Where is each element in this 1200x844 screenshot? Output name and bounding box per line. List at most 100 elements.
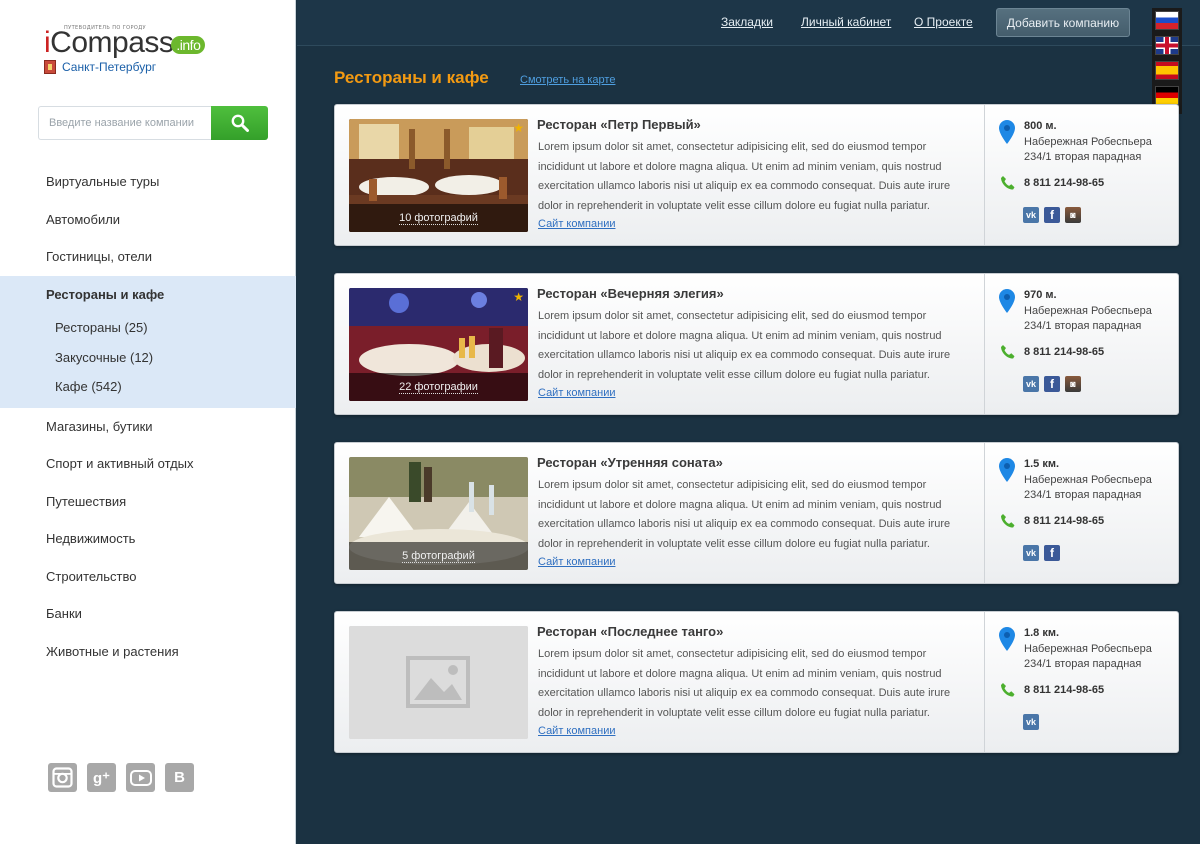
company-site-link[interactable]: Сайт компании	[538, 387, 615, 399]
location-pin-icon	[999, 458, 1015, 482]
listing-photo-placeholder	[349, 626, 528, 739]
city-link[interactable]: Санкт-Петербург	[62, 60, 156, 74]
listing-distance: 800 м.	[1024, 120, 1057, 132]
flag-ru-icon[interactable]	[1155, 11, 1179, 30]
nav-item-animals-plants[interactable]: Животные и растения	[0, 633, 296, 671]
sidebar: ПУТЕВОДИТЕЛЬ ПО ГОРОДУ iCompass .info Сан…	[0, 0, 296, 844]
nav-item-real-estate[interactable]: Недвижимость	[0, 520, 296, 558]
listing-phone[interactable]: 8 811 214-98-65	[1024, 346, 1104, 358]
instagram-icon[interactable]: ◙	[1065, 376, 1081, 392]
logo-wordmark: iCompass .info	[44, 28, 206, 58]
location-pin-icon	[999, 289, 1015, 313]
listing-distance: 1.8 км.	[1024, 627, 1060, 639]
nav-subitem-snack-bars[interactable]: Закусочные (12)	[0, 343, 296, 373]
flag-es-icon[interactable]	[1155, 61, 1179, 80]
location-pin-icon	[999, 120, 1015, 144]
youtube-icon[interactable]	[126, 763, 155, 792]
phone-icon	[1001, 514, 1015, 528]
search-bar	[38, 106, 268, 140]
listing-description: Lorem ipsum dolor sit amet, consectetur …	[538, 141, 951, 212]
flag-uk-icon[interactable]	[1155, 36, 1179, 55]
featured-star-icon: ★	[513, 290, 524, 304]
nav-subitem-cafes[interactable]: Кафе (542)	[0, 372, 296, 402]
listing-description: Lorem ipsum dolor sit amet, consectetur …	[538, 648, 951, 719]
account-link[interactable]: Личный кабинет	[801, 15, 891, 29]
listing-photo[interactable]: ★ 10 фотографий	[349, 119, 528, 232]
nav-group-restaurants: Рестораны и кафе Рестораны (25) Закусочн…	[0, 275, 296, 408]
instagram-icon[interactable]	[48, 763, 77, 792]
photo-count[interactable]: 5 фотографий	[349, 542, 528, 570]
listing-title[interactable]: Ресторан «Последнее танго»	[537, 624, 723, 639]
city-selector[interactable]: Санкт-Петербург	[44, 60, 156, 74]
facebook-icon[interactable]: f	[1044, 207, 1060, 223]
card-divider	[984, 443, 985, 583]
company-site-link[interactable]: Сайт компании	[538, 556, 615, 568]
category-nav: Виртуальные туры Автомобили Гостиницы, о…	[0, 163, 296, 670]
view-on-map-link[interactable]: Смотреть на карте	[520, 74, 615, 86]
card-divider	[984, 274, 985, 414]
card-divider	[984, 612, 985, 752]
phone-icon	[1001, 176, 1015, 190]
facebook-icon[interactable]: f	[1044, 545, 1060, 561]
city-coat-of-arms-icon	[44, 60, 56, 74]
flag-de-icon[interactable]	[1155, 86, 1179, 105]
card-divider	[984, 105, 985, 245]
vk-icon[interactable]: B	[165, 763, 194, 792]
nav-item-banks[interactable]: Банки	[0, 595, 296, 633]
listing-phone[interactable]: 8 811 214-98-65	[1024, 515, 1104, 527]
listing-title[interactable]: Ресторан «Утренняя соната»	[537, 455, 723, 470]
listing-description: Lorem ipsum dolor sit amet, consectetur …	[538, 479, 951, 550]
company-site-link[interactable]: Сайт компании	[538, 218, 615, 230]
photo-count[interactable]: 22 фотографии	[349, 373, 528, 401]
listing-photo[interactable]: 5 фотографий	[349, 457, 528, 570]
add-company-button[interactable]: Добавить компанию	[996, 8, 1130, 37]
listing-address: Набережная Робеспьера 234/1 вторая парад…	[1024, 305, 1152, 332]
nav-item-shops[interactable]: Магазины, бутики	[0, 408, 296, 446]
bookmarks-link[interactable]: Закладки	[721, 15, 773, 29]
search-input[interactable]	[38, 106, 212, 140]
listing-card: 5 фотографий Ресторан «Утренняя соната» …	[334, 442, 1179, 584]
company-site-link[interactable]: Сайт компании	[538, 725, 615, 737]
listing-title[interactable]: Ресторан «Вечерняя элегия»	[537, 286, 724, 301]
listing-social-links: vk f	[1023, 545, 1060, 561]
listing-social-links: vk f ◙	[1023, 376, 1081, 392]
listing-phone[interactable]: 8 811 214-98-65	[1024, 684, 1104, 696]
logo-badge: .info	[171, 36, 206, 54]
listing-card: ★ 10 фотографий Ресторан «Петр Первый» L…	[334, 104, 1179, 246]
google-plus-icon[interactable]: g⁺	[87, 763, 116, 792]
nav-item-travel[interactable]: Путешествия	[0, 483, 296, 521]
vk-icon[interactable]: vk	[1023, 714, 1039, 730]
listing-address: Набережная Робеспьера 234/1 вторая парад…	[1024, 474, 1152, 501]
listing-photo[interactable]: ★ 22 фотографии	[349, 288, 528, 401]
nav-item-cars[interactable]: Автомобили	[0, 201, 296, 239]
top-header: Закладки Личный кабинет О Проекте Добави…	[297, 0, 1200, 46]
page-title: Рестораны и кафе	[334, 68, 489, 87]
listing-description: Lorem ipsum dolor sit amet, consectetur …	[538, 310, 951, 381]
listing-card: Ресторан «Последнее танго» Lorem ipsum d…	[334, 611, 1179, 753]
facebook-icon[interactable]: f	[1044, 376, 1060, 392]
listing-title[interactable]: Ресторан «Петр Первый»	[537, 117, 701, 132]
listing-phone[interactable]: 8 811 214-98-65	[1024, 177, 1104, 189]
listing-social-links: vk	[1023, 714, 1039, 730]
instagram-icon[interactable]: ◙	[1065, 207, 1081, 223]
nav-item-restaurants-cafes[interactable]: Рестораны и кафе	[0, 276, 296, 314]
vk-icon[interactable]: vk	[1023, 207, 1039, 223]
search-icon	[231, 114, 249, 132]
nav-item-hotels[interactable]: Гостиницы, отели	[0, 238, 296, 276]
logo-tagline: ПУТЕВОДИТЕЛЬ ПО ГОРОДУ	[64, 25, 146, 31]
nav-item-virtual-tours[interactable]: Виртуальные туры	[0, 163, 296, 201]
listing-distance: 970 м.	[1024, 289, 1057, 301]
nav-subitem-restaurants[interactable]: Рестораны (25)	[0, 313, 296, 343]
listing-distance: 1.5 км.	[1024, 458, 1060, 470]
logo[interactable]: ПУТЕВОДИТЕЛЬ ПО ГОРОДУ iCompass .info	[44, 24, 206, 58]
search-button[interactable]	[211, 106, 268, 140]
about-link[interactable]: О Проекте	[914, 15, 973, 29]
phone-icon	[1001, 345, 1015, 359]
vk-icon[interactable]: vk	[1023, 545, 1039, 561]
photo-count[interactable]: 10 фотографий	[349, 204, 528, 232]
nav-item-sport[interactable]: Спорт и активный отдых	[0, 445, 296, 483]
footer-social-links: g⁺ B	[48, 763, 194, 792]
nav-item-construction[interactable]: Строительство	[0, 558, 296, 596]
vk-icon[interactable]: vk	[1023, 376, 1039, 392]
phone-icon	[1001, 683, 1015, 697]
